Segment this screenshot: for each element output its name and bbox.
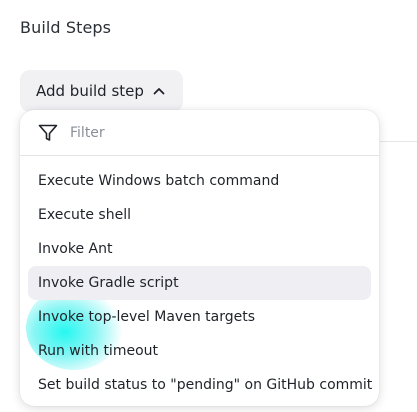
menu-item-invoke-ant[interactable]: Invoke Ant	[28, 232, 371, 266]
filter-row	[20, 110, 379, 156]
menu-item-invoke-gradle-script[interactable]: Invoke Gradle script	[28, 266, 371, 300]
menu-item-label: Execute shell	[38, 207, 131, 223]
menu-item-label: Invoke Gradle script	[38, 275, 179, 291]
menu-item-set-build-status-pending[interactable]: Set build status to "pending" on GitHub …	[28, 368, 373, 402]
menu-item-label: Invoke Ant	[38, 241, 113, 257]
menu-item-run-with-timeout[interactable]: Run with timeout	[28, 334, 371, 368]
menu-item-label: Set build status to "pending" on GitHub …	[38, 377, 373, 393]
chevron-up-icon	[153, 87, 165, 95]
build-step-dropdown: Execute Windows batch command Execute sh…	[20, 110, 379, 406]
menu-item-label: Run with timeout	[38, 343, 159, 359]
build-step-list: Execute Windows batch command Execute sh…	[20, 164, 379, 402]
add-build-step-label: Add build step	[36, 82, 144, 100]
menu-item-execute-windows-batch-command[interactable]: Execute Windows batch command	[28, 164, 371, 198]
filter-icon	[38, 123, 58, 143]
section-title: Build Steps	[20, 18, 112, 37]
add-build-step-button[interactable]: Add build step	[20, 70, 183, 112]
menu-item-invoke-top-level-maven-targets[interactable]: Invoke top-level Maven targets	[28, 300, 371, 334]
menu-item-execute-shell[interactable]: Execute shell	[28, 198, 371, 232]
background-divider	[380, 141, 417, 142]
menu-item-label: Invoke top-level Maven targets	[38, 309, 255, 325]
filter-input[interactable]	[68, 123, 332, 142]
menu-item-label: Execute Windows batch command	[38, 173, 280, 189]
